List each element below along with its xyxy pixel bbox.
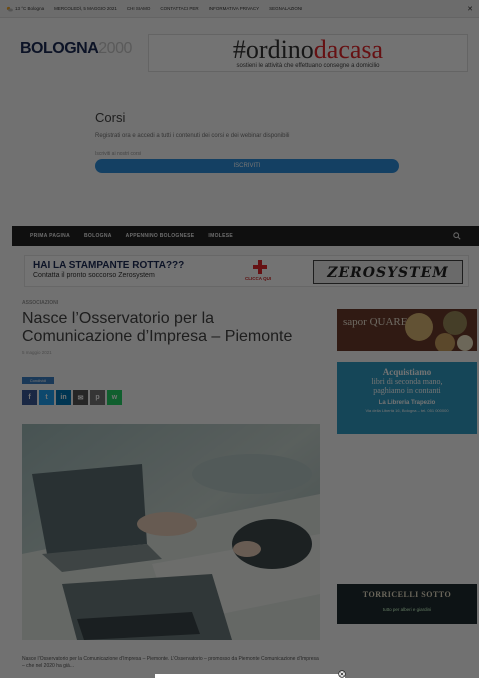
article-date: 5 maggio 2021 (22, 350, 52, 355)
article-hero-image (22, 424, 320, 640)
article-caption: Nasce l’Osservatorio per la Comunicazion… (22, 656, 319, 669)
sun-cloud-icon (6, 6, 13, 11)
nav-item-prima-pagina[interactable]: PRIMA PAGINA (30, 233, 70, 239)
share-button-5[interactable]: w (107, 390, 122, 405)
libreria-ad-line1: Acquistiamo (382, 367, 432, 377)
banner-word1: #ordino (232, 35, 314, 64)
bottom-popup-edge[interactable] (155, 674, 345, 678)
banner-word2: da (313, 35, 339, 64)
torricelli-sub: tutto per alberi e giardini (382, 607, 432, 612)
weather-widget: 13 °C Bologna (6, 6, 44, 12)
main-navbar: PRIMA PAGINA BOLOGNA APPENNINO BOLOGNESE… (12, 226, 479, 246)
search-icon[interactable] (453, 232, 461, 240)
sapor-quare-ad[interactable]: sapor QUARE (337, 309, 477, 351)
libreria-ad-name: La Libreria Trapezio (378, 400, 436, 406)
nav-item-imolese[interactable]: IMOLESE (208, 233, 233, 239)
nav-item-bologna[interactable]: BOLOGNA (84, 233, 112, 239)
logo-light: 2000 (98, 40, 132, 57)
banner-subtitle: sostieni le attività che effettuano cons… (236, 63, 380, 69)
laptop-desk-photo (22, 424, 320, 640)
share-label: Condividi (22, 377, 54, 384)
libreria-ad-line2: libri di seconda mano, (371, 377, 443, 386)
top-utility-bar: 13 °C Bologna MERCOLEDÌ, 5 MAGGIO 2021 C… (0, 0, 479, 18)
torricelli-ad[interactable]: TORRICELLI SOTTO tutto per alberi e giar… (337, 584, 477, 624)
topbar-link-privacy[interactable]: INFORMATIVA PRIVACY (209, 6, 260, 11)
libreria-ad-line3: paghiamo in contanti (373, 386, 441, 395)
logo-main: BOLOGNA (20, 40, 99, 57)
topbar-link-segnalazioni[interactable]: SEGNALAZIONI (269, 6, 302, 11)
share-button-2[interactable]: in (56, 390, 71, 405)
nav-item-appennino[interactable]: APPENNINO BOLOGNESE (126, 233, 195, 239)
close-popup-icon[interactable] (338, 670, 346, 678)
article-category[interactable]: ASSOCIAZIONI (22, 300, 322, 306)
food-photo (405, 311, 473, 351)
banner-word3: casa (338, 35, 384, 64)
printer-ad-headline: HAI LA STAMPANTE ROTTA??? (33, 260, 185, 271)
libreria-ad-small: Via della Libertà 16, Bologna – tel. 051… (365, 408, 449, 413)
share-button-4[interactable]: p (90, 390, 105, 405)
topbar-link-contattaci[interactable]: CONTATTACI PER (160, 6, 198, 11)
red-cross-icon (253, 260, 267, 274)
printer-ad-cta[interactable]: CLICCA QUI (245, 276, 271, 281)
corsi-title: Corsi (95, 110, 126, 125)
torricelli-title: TORRICELLI SOTTO (362, 590, 452, 599)
article-header: ASSOCIAZIONI Nasce l’Osservatorio per la… (22, 300, 322, 355)
share-buttons: f t in ✉ p w (22, 390, 122, 405)
corsi-subscribe-button[interactable]: ISCRIVITI (95, 159, 399, 173)
zerosystem-logo: ZEROSYSTEM (313, 260, 463, 284)
corsi-text: Registrati ora e accedi a tutti i conten… (95, 133, 290, 139)
share-button-3[interactable]: ✉ (73, 390, 88, 405)
corsi-small-label: Iscriviti ai nostri corsi (95, 151, 142, 157)
printer-ad-banner[interactable]: HAI LA STAMPANTE ROTTA??? Contatta il pr… (24, 255, 469, 287)
article-title: Nasce l’Osservatorio per la Comunicazion… (22, 310, 293, 345)
ordinodacasa-banner[interactable]: #ordinodacasa sostieni le attività che e… (148, 34, 468, 72)
weather-text: 13 °C Bologna (15, 6, 45, 11)
libreria-ad[interactable]: Acquistiamo libri di seconda mano, paghi… (337, 362, 477, 434)
share-button-1[interactable]: t (39, 390, 54, 405)
topbar-link-chi-siamo[interactable]: CHI SIAMO (127, 6, 151, 11)
page: 13 °C Bologna MERCOLEDÌ, 5 MAGGIO 2021 C… (0, 0, 479, 678)
brand-row: BOLOGNA2000 #ordinodacasa sostieni le at… (0, 26, 479, 78)
close-icon[interactable]: ✕ (467, 5, 473, 13)
share-button-0[interactable]: f (22, 390, 37, 405)
corsi-section: Corsi Registrati ora e accedi a tutti i … (95, 110, 435, 173)
site-logo[interactable]: BOLOGNA2000 (20, 40, 132, 58)
banner-headline: #ordinodacasa (149, 37, 467, 63)
printer-ad-subline: Contatta il pronto soccorso Zerosystem (33, 272, 155, 279)
date-text: MERCOLEDÌ, 5 MAGGIO 2021 (54, 6, 117, 11)
